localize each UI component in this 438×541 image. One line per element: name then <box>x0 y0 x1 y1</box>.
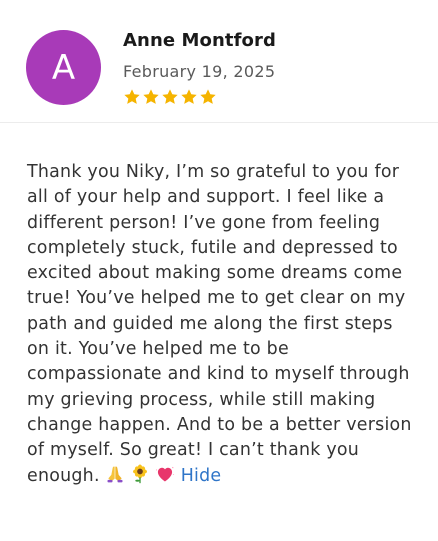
sunflower-icon <box>132 464 147 483</box>
star-icon <box>181 89 197 104</box>
hide-link[interactable]: Hide <box>181 466 222 486</box>
review-date: February 19, 2025 <box>123 62 276 81</box>
avatar-initial: A <box>51 47 76 88</box>
star-icon <box>143 89 159 104</box>
star-icon <box>124 89 140 104</box>
star-icon <box>162 89 178 104</box>
reviewer-name: Anne Montford <box>123 30 276 51</box>
review-card: A Anne Montford February 19, 2025 Thank … <box>0 0 438 541</box>
avatar: A <box>26 30 101 105</box>
star-icon <box>200 89 216 104</box>
heart-icon <box>155 466 174 482</box>
praying-hands-icon <box>107 466 123 482</box>
review-header: A Anne Montford February 19, 2025 <box>0 0 438 123</box>
review-body: Thank you Niky, I’m so grateful to you f… <box>27 160 412 489</box>
star-rating <box>123 88 217 106</box>
review-text: Thank you Niky, I’m so grateful to you f… <box>27 162 412 486</box>
